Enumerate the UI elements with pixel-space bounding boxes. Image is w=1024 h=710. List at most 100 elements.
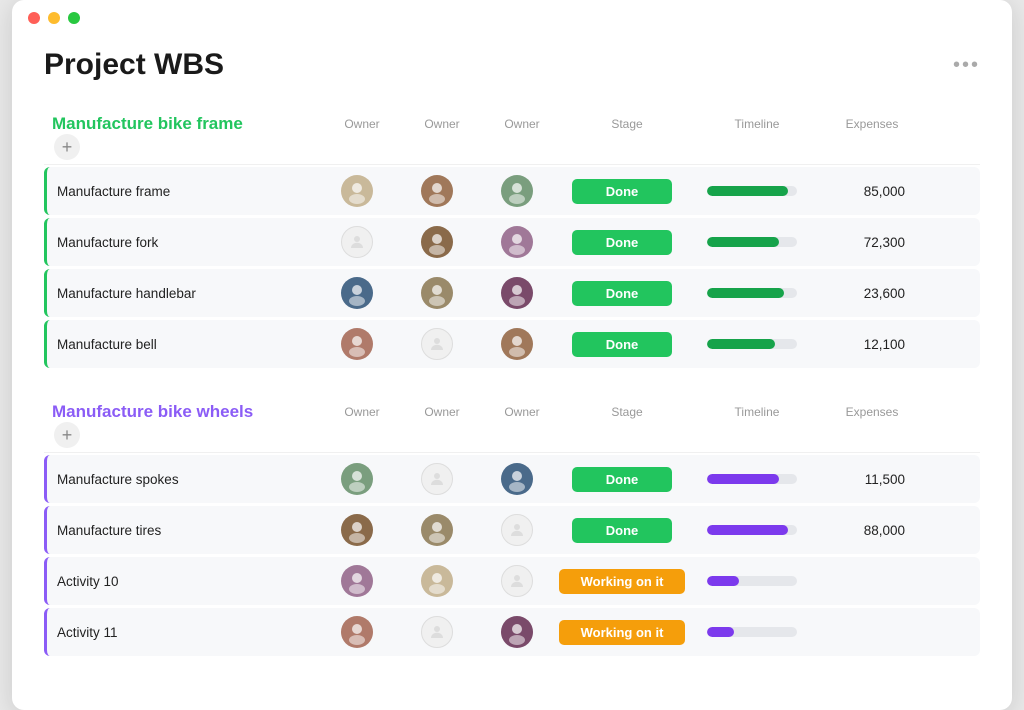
timeline-bar-fill [707, 525, 788, 535]
timeline-bar-fill [707, 186, 788, 196]
stage-badge: Done [572, 467, 672, 492]
titlebar [12, 0, 1012, 24]
avatar [341, 328, 373, 360]
minimize-dot[interactable] [48, 12, 60, 24]
expenses-cell: 12,100 [817, 337, 917, 352]
avatar [421, 175, 453, 207]
table-row: Manufacture bell Done 12,100 [44, 320, 980, 368]
avatar-placeholder [501, 565, 533, 597]
app-window: Project WBS ••• Manufacture bike frameOw… [12, 0, 1012, 710]
timeline-bar-bg [707, 627, 797, 637]
avatar-cell-1 [397, 616, 477, 648]
section-title: Manufacture bike wheels [52, 402, 322, 422]
timeline-bar-fill [707, 627, 734, 637]
column-header-4: Timeline [692, 405, 822, 419]
timeline-bar-fill [707, 339, 775, 349]
avatar [501, 616, 533, 648]
avatar [421, 514, 453, 546]
avatar [341, 277, 373, 309]
table-row: Manufacture fork Done 72,300 [44, 218, 980, 266]
column-header-5: Expenses [822, 117, 922, 131]
page-title: Project WBS [44, 48, 224, 82]
column-header-3: Stage [562, 117, 692, 131]
section-header-row: Manufacture bike wheelsOwnerOwnerOwnerSt… [44, 398, 980, 453]
avatar [341, 463, 373, 495]
stage-cell: Done [557, 281, 687, 306]
avatar-cell-1 [397, 175, 477, 207]
expenses-cell: 11,500 [817, 472, 917, 487]
sections-container: Manufacture bike frameOwnerOwnerOwnerSta… [44, 110, 980, 656]
stage-cell: Working on it [557, 569, 687, 594]
column-header-3: Stage [562, 405, 692, 419]
avatar [421, 277, 453, 309]
more-icon[interactable]: ••• [953, 54, 980, 77]
timeline-cell [687, 339, 817, 349]
row-name: Activity 11 [47, 625, 317, 640]
stage-cell: Done [557, 230, 687, 255]
avatar-cell-1 [397, 514, 477, 546]
close-dot[interactable] [28, 12, 40, 24]
avatar-placeholder [421, 328, 453, 360]
add-row-button[interactable]: + [54, 134, 80, 160]
table-row: Manufacture tires Done 88,000 [44, 506, 980, 554]
expenses-cell: 85,000 [817, 184, 917, 199]
column-header-5: Expenses [822, 405, 922, 419]
column-header-2: Owner [482, 405, 562, 419]
stage-badge: Done [572, 332, 672, 357]
avatar [421, 565, 453, 597]
timeline-bar-bg [707, 525, 797, 535]
table-row: Manufacture frame Done 85,000 [44, 167, 980, 215]
timeline-cell [687, 474, 817, 484]
avatar-cell-0 [317, 328, 397, 360]
column-header-0: Owner [322, 405, 402, 419]
section-header-row: Manufacture bike frameOwnerOwnerOwnerSta… [44, 110, 980, 165]
timeline-bar-fill [707, 237, 779, 247]
timeline-bar-bg [707, 339, 797, 349]
avatar-cell-0 [317, 277, 397, 309]
table-row: Activity 11 Working on it [44, 608, 980, 656]
timeline-cell [687, 186, 817, 196]
column-header-1: Owner [402, 405, 482, 419]
avatar-placeholder [501, 514, 533, 546]
add-row-button[interactable]: + [54, 422, 80, 448]
avatar [501, 277, 533, 309]
row-name: Manufacture handlebar [47, 286, 317, 301]
avatar-cell-0 [317, 514, 397, 546]
row-name: Manufacture frame [47, 184, 317, 199]
section-section-frame: Manufacture bike frameOwnerOwnerOwnerSta… [44, 110, 980, 368]
avatar [501, 226, 533, 258]
avatar-cell-0 [317, 226, 397, 258]
avatar-cell-2 [477, 463, 557, 495]
column-header-4: Timeline [692, 117, 822, 131]
avatar-cell-0 [317, 175, 397, 207]
timeline-cell [687, 627, 817, 637]
avatar [501, 463, 533, 495]
timeline-bar-bg [707, 186, 797, 196]
stage-badge: Working on it [559, 620, 686, 645]
avatar-cell-1 [397, 565, 477, 597]
table-row: Manufacture spokes Done 11,500 [44, 455, 980, 503]
avatar [341, 175, 373, 207]
table-row: Manufacture handlebar Done 23,600 [44, 269, 980, 317]
expenses-cell: 23,600 [817, 286, 917, 301]
stage-cell: Working on it [557, 620, 687, 645]
page-header: Project WBS ••• [44, 48, 980, 82]
timeline-bar-fill [707, 576, 739, 586]
avatar-placeholder [421, 463, 453, 495]
avatar [341, 565, 373, 597]
avatar-cell-2 [477, 616, 557, 648]
avatar [501, 175, 533, 207]
timeline-bar-bg [707, 474, 797, 484]
stage-cell: Done [557, 518, 687, 543]
column-header-1: Owner [402, 117, 482, 131]
row-name: Manufacture bell [47, 337, 317, 352]
maximize-dot[interactable] [68, 12, 80, 24]
row-name: Manufacture fork [47, 235, 317, 250]
timeline-bar-bg [707, 288, 797, 298]
main-content: Project WBS ••• Manufacture bike frameOw… [12, 24, 1012, 710]
stage-cell: Done [557, 467, 687, 492]
table-row: Activity 10 Working on it [44, 557, 980, 605]
avatar-placeholder [421, 616, 453, 648]
row-name: Activity 10 [47, 574, 317, 589]
avatar-cell-2 [477, 514, 557, 546]
